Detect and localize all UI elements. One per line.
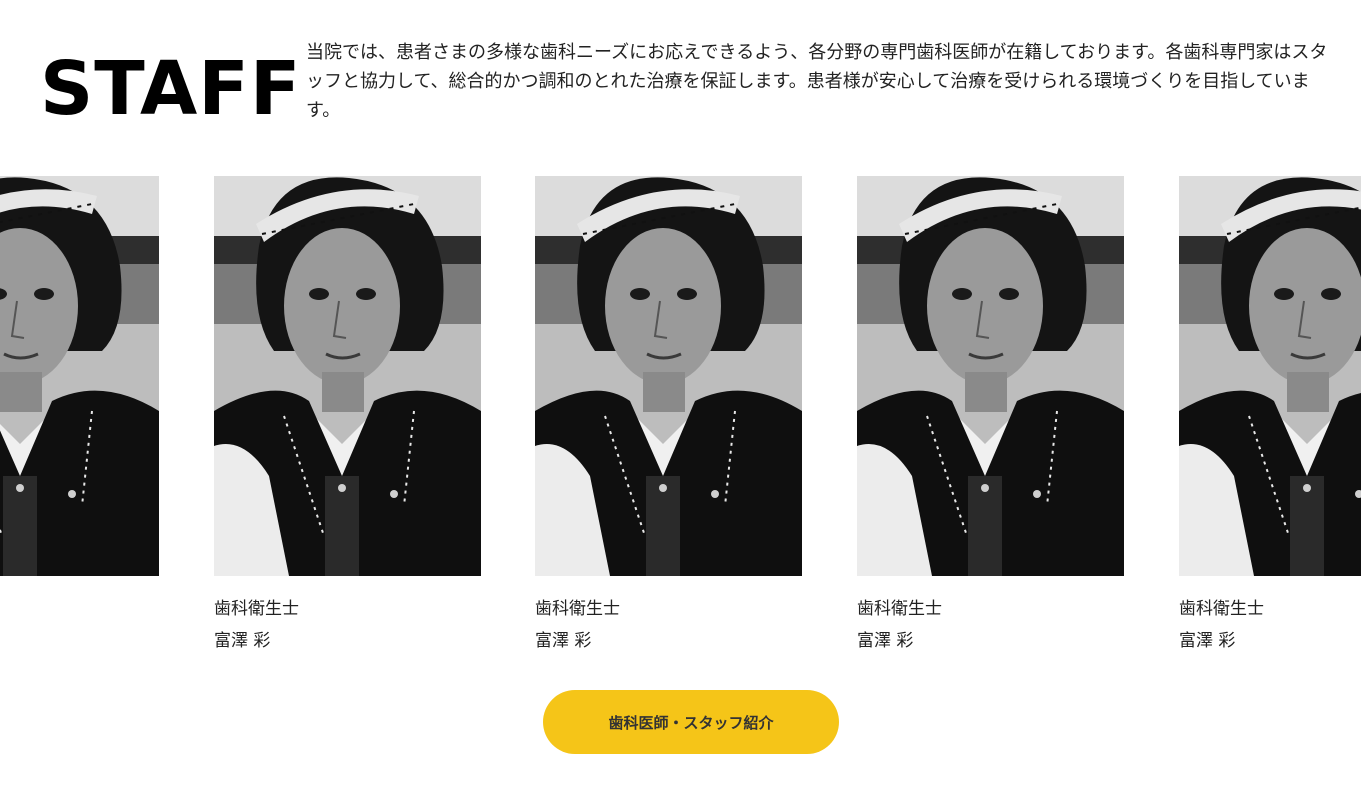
staff-photo[interactable]: [214, 176, 481, 576]
staff-card[interactable]: 歯科衛生士 富澤 彩: [857, 176, 1124, 654]
section-title: STAFF: [40, 46, 302, 132]
section-intro: 当院では、患者さまの多様な歯科ニーズにお応えできるよう、各分野の専門歯科医師が在…: [306, 42, 1328, 121]
staff-photo[interactable]: [857, 176, 1124, 576]
staff-name: 富澤 彩: [857, 631, 914, 651]
staff-name: 富澤 彩: [535, 631, 592, 651]
staff-card[interactable]: 歯科衛生士 富澤 彩: [1179, 176, 1361, 654]
staff-name: 富澤 彩: [1179, 631, 1236, 651]
staff-carousel[interactable]: 歯科衛生士 富澤 彩 歯科衛生士 富澤 彩 歯科衛生士 富澤 彩 歯科衛生士 富…: [0, 176, 1361, 666]
staff-photo[interactable]: [1179, 176, 1361, 576]
staff-card[interactable]: 歯科衛生士 富澤 彩: [214, 176, 481, 654]
staff-photo[interactable]: [0, 176, 159, 576]
staff-photo[interactable]: [535, 176, 802, 576]
staff-name: 富澤 彩: [214, 631, 271, 651]
staff-card[interactable]: [0, 176, 159, 596]
staff-card[interactable]: 歯科衛生士 富澤 彩: [535, 176, 802, 654]
staff-role: 歯科衛生士: [214, 599, 299, 619]
staff-role: 歯科衛生士: [857, 599, 942, 619]
staff-role: 歯科衛生士: [1179, 599, 1264, 619]
staff-role: 歯科衛生士: [535, 599, 620, 619]
staff-section: STAFF 当院では、患者さまの多様な歯科ニーズにお応えできるよう、各分野の専門…: [0, 0, 1361, 789]
staff-intro-button[interactable]: 歯科医師・スタッフ紹介: [543, 690, 839, 754]
